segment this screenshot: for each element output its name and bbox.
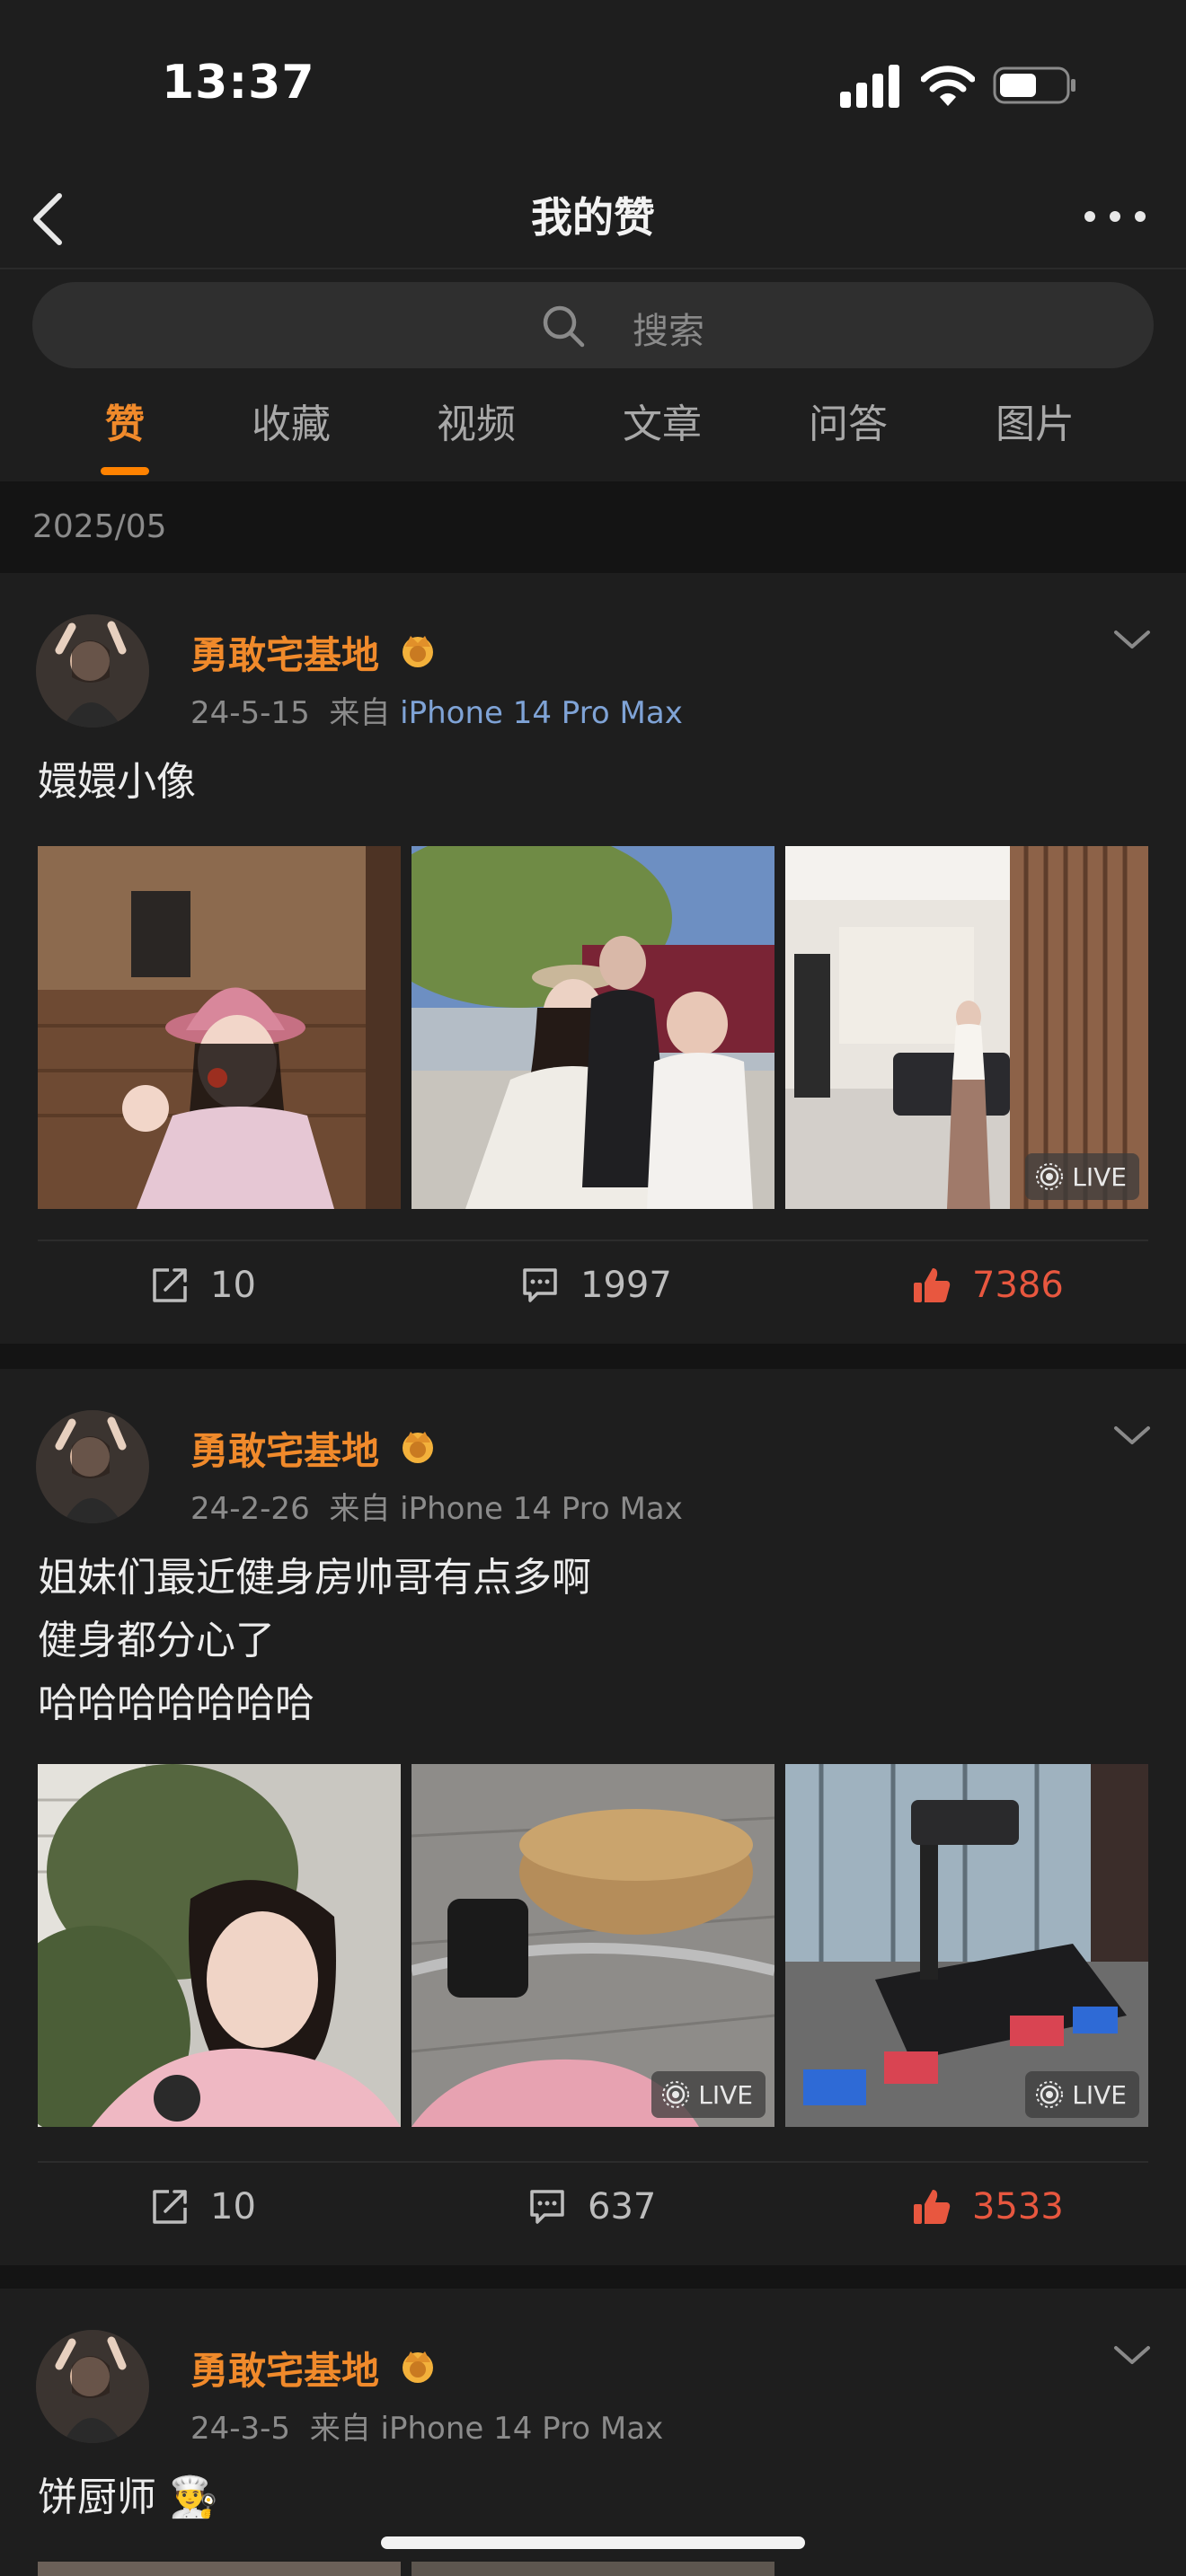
tab-likes[interactable]: 赞 xyxy=(105,392,145,449)
comment-icon xyxy=(523,1268,557,1302)
home-indicator[interactable] xyxy=(381,2536,805,2549)
post-author-name[interactable]: 勇敢宅基地 xyxy=(190,625,379,680)
live-photo-icon xyxy=(662,2081,690,2108)
action-divider xyxy=(38,2161,1148,2163)
comment-button[interactable]: 637 xyxy=(527,2186,656,2228)
repost-count: 10 xyxy=(210,2186,256,2228)
post-source-prefix: 来自 xyxy=(329,695,391,731)
search-input[interactable]: 搜索 xyxy=(32,282,1154,368)
post-meta: 24-5-15 来自 iPhone 14 Pro Max xyxy=(190,688,683,732)
avatar[interactable] xyxy=(36,2330,149,2443)
post-image[interactable] xyxy=(412,2562,774,2576)
post-image[interactable] xyxy=(38,2562,401,2576)
post-author-name[interactable]: 勇敢宅基地 xyxy=(190,1421,379,1476)
comment-button[interactable]: 1997 xyxy=(519,1265,672,1306)
crown-badge-icon xyxy=(403,636,433,667)
comment-icon xyxy=(530,2190,564,2224)
search-icon xyxy=(543,305,585,348)
post-date: 24-5-15 xyxy=(190,695,310,731)
post-image[interactable] xyxy=(38,1764,401,2127)
post-author-name[interactable]: 勇敢宅基地 xyxy=(190,2341,379,2395)
nav-bar: 我的赞 xyxy=(0,171,1186,269)
post-meta: 24-2-26 来自 iPhone 14 Pro Max xyxy=(190,1484,683,1528)
post-date: 24-3-5 xyxy=(190,2411,291,2447)
post-meta: 24-3-5 来自 iPhone 14 Pro Max xyxy=(190,2404,663,2448)
month-label: 2025/05 xyxy=(32,508,167,545)
post-image[interactable]: LIVE xyxy=(785,846,1148,1209)
post-text: 饼厨师 👨‍🍳 xyxy=(38,2466,218,2529)
more-options-icon[interactable] xyxy=(1083,201,1147,232)
like-count: 3533 xyxy=(972,2186,1064,2228)
post-text: 姐妹们最近健身房帅哥有点多啊 健身都分心了 哈哈哈哈哈哈哈 xyxy=(38,1547,591,1735)
repost-button[interactable]: 10 xyxy=(149,1265,256,1306)
comment-count: 1997 xyxy=(580,1265,672,1306)
post-device-link[interactable]: iPhone 14 Pro Max xyxy=(400,695,683,731)
thumbs-up-icon xyxy=(914,2190,951,2224)
post-source-prefix: 来自 xyxy=(329,1491,391,1527)
live-photo-icon xyxy=(1036,2081,1064,2108)
live-photo-badge: LIVE xyxy=(651,2071,766,2118)
avatar[interactable] xyxy=(36,614,149,728)
post-text-line: 哈哈哈哈哈哈哈 xyxy=(38,1681,314,1726)
action-divider xyxy=(38,1239,1148,1241)
tab-articles[interactable]: 文章 xyxy=(623,392,702,449)
status-bar: 13:37 xyxy=(0,0,1186,171)
like-button[interactable]: 7386 xyxy=(911,1265,1064,1306)
repost-icon xyxy=(153,1268,187,1302)
post-device-link[interactable]: iPhone 14 Pro Max xyxy=(381,2411,664,2447)
tab-favorites[interactable]: 收藏 xyxy=(252,392,331,449)
active-tab-indicator xyxy=(101,467,149,475)
avatar[interactable] xyxy=(36,1410,149,1523)
post-source-prefix: 来自 xyxy=(309,2411,371,2447)
chevron-down-icon[interactable] xyxy=(1111,2342,1154,2369)
chevron-down-icon[interactable] xyxy=(1111,627,1154,654)
page-title: 我的赞 xyxy=(531,193,655,242)
repost-icon xyxy=(153,2190,187,2224)
tab-qa[interactable]: 问答 xyxy=(809,392,888,449)
repost-count: 10 xyxy=(210,1265,256,1306)
live-photo-badge: LIVE xyxy=(1025,2071,1139,2118)
post-card[interactable]: 勇敢宅基地 24-3-5 来自 iPhone 14 Pro Max 饼厨师 👨‍… xyxy=(0,2289,1186,2576)
post-date: 24-2-26 xyxy=(190,1491,310,1527)
tab-videos[interactable]: 视频 xyxy=(437,392,516,449)
live-label: LIVE xyxy=(1072,1161,1127,1192)
post-card[interactable]: 勇敢宅基地 24-5-15 来自 iPhone 14 Pro Max 嬛嬛小像 xyxy=(0,573,1186,1344)
post-text-line: 饼厨师 👨‍🍳 xyxy=(38,2475,218,2520)
crown-badge-icon xyxy=(403,2351,433,2383)
tab-pictures[interactable]: 图片 xyxy=(996,392,1075,449)
post-text: 嬛嬛小像 xyxy=(38,751,196,814)
live-label: LIVE xyxy=(1072,2079,1127,2110)
post-text-line: 健身都分心了 xyxy=(38,1618,275,1663)
comment-count: 637 xyxy=(588,2186,657,2228)
month-group-header: 2025/05 xyxy=(0,481,1186,573)
thumbs-up-icon xyxy=(914,1268,951,1302)
like-count: 7386 xyxy=(972,1265,1064,1306)
crown-badge-icon xyxy=(403,1432,433,1463)
search-and-tabs: 搜索 赞 收藏 视频 文章 问答 图片 xyxy=(0,269,1186,481)
post-image[interactable] xyxy=(38,846,401,1209)
cellular-signal-icon xyxy=(840,65,899,108)
post-image[interactable] xyxy=(412,846,774,1209)
live-label: LIVE xyxy=(698,2079,753,2110)
chevron-down-icon[interactable] xyxy=(1111,1423,1154,1450)
post-text-line: 姐妹们最近健身房帅哥有点多啊 xyxy=(38,1555,591,1601)
repost-button[interactable]: 10 xyxy=(149,2186,256,2228)
tab-bar: 赞 收藏 视频 文章 问答 图片 xyxy=(0,392,1186,481)
post-image[interactable]: LIVE xyxy=(412,1764,774,2127)
battery-icon xyxy=(993,66,1075,104)
like-button[interactable]: 3533 xyxy=(911,2186,1064,2228)
wifi-icon xyxy=(921,66,975,106)
search-placeholder: 搜索 xyxy=(633,311,704,352)
post-image[interactable]: LIVE xyxy=(785,1764,1148,2127)
post-text-line: 嬛嬛小像 xyxy=(38,759,196,805)
post-device-link[interactable]: iPhone 14 Pro Max xyxy=(400,1491,683,1527)
live-photo-icon xyxy=(1036,1163,1064,1190)
post-card[interactable]: 勇敢宅基地 24-2-26 来自 iPhone 14 Pro Max 姐妹们最近… xyxy=(0,1369,1186,2265)
status-time: 13:37 xyxy=(162,56,315,110)
live-photo-badge: LIVE xyxy=(1025,1153,1139,1200)
